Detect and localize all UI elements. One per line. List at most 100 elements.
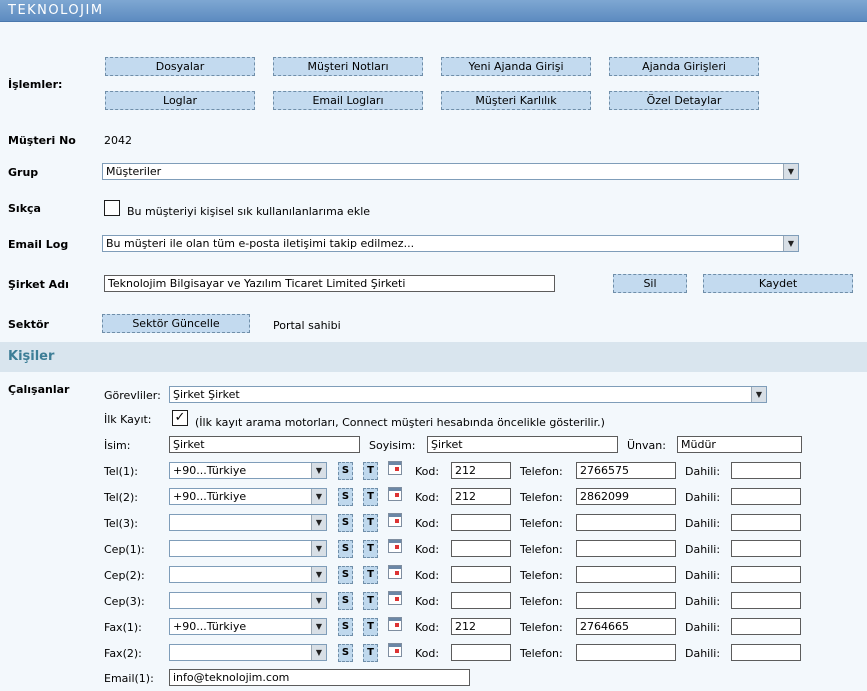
dahili-input[interactable] (731, 514, 801, 531)
phone-row-label: Tel(2): (104, 491, 138, 504)
sektor-guncelle-button[interactable]: Sektör Güncelle (102, 314, 250, 333)
musteri-karlilik-button[interactable]: Müşteri Karlılık (441, 91, 591, 110)
kod-label: Kod: (415, 621, 440, 634)
dahili-input[interactable] (731, 540, 801, 557)
dahili-input[interactable] (731, 566, 801, 583)
t-button[interactable]: T (363, 488, 378, 506)
dahili-input[interactable] (731, 618, 801, 635)
email-loglari-button[interactable]: Email Logları (273, 91, 423, 110)
telefon-input[interactable] (576, 514, 676, 531)
country-select[interactable]: ▼ (169, 644, 327, 661)
country-select[interactable]: +90...Türkiye ▼ (169, 462, 327, 479)
kod-input[interactable] (451, 592, 511, 609)
calendar-icon[interactable] (388, 643, 402, 657)
country-select[interactable]: ▼ (169, 566, 327, 583)
t-button[interactable]: T (363, 462, 378, 480)
gorevliler-select[interactable]: Şirket Şirket ▼ (169, 386, 767, 403)
chevron-down-icon: ▼ (783, 164, 798, 179)
country-select[interactable]: +90...Türkiye ▼ (169, 618, 327, 635)
calendar-icon[interactable] (388, 617, 402, 631)
s-button[interactable]: S (338, 488, 353, 506)
kod-input[interactable] (451, 540, 511, 557)
telefon-input[interactable]: 2766575 (576, 462, 676, 479)
sirket-adi-input[interactable]: Teknolojim Bilgisayar ve Yazılım Ticaret… (104, 275, 555, 292)
ajanda-girisleri-button[interactable]: Ajanda Girişleri (609, 57, 759, 76)
phone-row-label: Tel(1): (104, 465, 138, 478)
kod-input[interactable]: 212 (451, 618, 511, 635)
sikca-label: Sıkça (8, 202, 41, 215)
telefon-input[interactable] (576, 566, 676, 583)
country-select[interactable]: ▼ (169, 592, 327, 609)
dahili-input[interactable] (731, 592, 801, 609)
kod-label: Kod: (415, 569, 440, 582)
calendar-icon[interactable] (388, 487, 402, 501)
chevron-down-icon: ▼ (311, 515, 326, 530)
telefon-input[interactable] (576, 540, 676, 557)
calendar-icon[interactable] (388, 513, 402, 527)
t-button[interactable]: T (363, 592, 378, 610)
app-logo: TEKNOLOJIM (8, 3, 104, 18)
unvan-input[interactable]: Müdür (677, 436, 802, 453)
kod-input[interactable]: 212 (451, 462, 511, 479)
s-button[interactable]: S (338, 618, 353, 636)
grup-select[interactable]: Müşteriler ▼ (102, 163, 799, 180)
soyisim-input[interactable]: Şirket (427, 436, 618, 453)
telefon-label: Telefon: (520, 517, 563, 530)
dahili-label: Dahili: (685, 517, 721, 530)
calendar-icon[interactable] (388, 461, 402, 475)
t-button[interactable]: T (363, 514, 378, 532)
yeni-ajanda-girisi-button[interactable]: Yeni Ajanda Girişi (441, 57, 591, 76)
s-button[interactable]: S (338, 592, 353, 610)
country-select[interactable]: ▼ (169, 514, 327, 531)
dahili-input[interactable] (731, 488, 801, 505)
phone-row-label: Fax(1): (104, 621, 142, 634)
kod-input[interactable]: 212 (451, 488, 511, 505)
sil-button[interactable]: Sil (613, 274, 687, 293)
telefon-input[interactable]: 2862099 (576, 488, 676, 505)
dahili-label: Dahili: (685, 465, 721, 478)
sikca-checkbox[interactable] (104, 200, 120, 216)
s-button[interactable]: S (338, 462, 353, 480)
country-select[interactable]: +90...Türkiye ▼ (169, 488, 327, 505)
s-button[interactable]: S (338, 644, 353, 662)
loglar-button[interactable]: Loglar (105, 91, 255, 110)
telefon-input[interactable]: 2764665 (576, 618, 676, 635)
kod-input[interactable] (451, 514, 511, 531)
dahili-input[interactable] (731, 644, 801, 661)
telefon-label: Telefon: (520, 595, 563, 608)
calendar-icon[interactable] (388, 591, 402, 605)
sikca-checkbox-label: Bu müşteriyi kişisel sık kullanılanlarım… (127, 205, 371, 218)
kaydet-button[interactable]: Kaydet (703, 274, 853, 293)
musteri-notlari-button[interactable]: Müşteri Notları (273, 57, 423, 76)
telefon-label: Telefon: (520, 569, 563, 582)
calendar-icon[interactable] (388, 565, 402, 579)
dahili-label: Dahili: (685, 647, 721, 660)
telefon-input[interactable] (576, 644, 676, 661)
ilk-kayit-checkbox[interactable]: ✓ (172, 410, 188, 426)
islemler-label: İşlemler: (8, 78, 63, 91)
kod-input[interactable] (451, 566, 511, 583)
telefon-input[interactable] (576, 592, 676, 609)
s-button[interactable]: S (338, 566, 353, 584)
t-button[interactable]: T (363, 540, 378, 558)
kod-input[interactable] (451, 644, 511, 661)
email-log-select[interactable]: Bu müşteri ile olan tüm e-posta iletişim… (102, 235, 799, 252)
chevron-down-icon: ▼ (783, 236, 798, 251)
t-button[interactable]: T (363, 644, 378, 662)
musteri-no-value: 2042 (104, 134, 132, 147)
top-bar: TEKNOLOJIM (0, 0, 867, 22)
chevron-down-icon: ▼ (311, 463, 326, 478)
ozel-detaylar-button[interactable]: Özel Detaylar (609, 91, 759, 110)
country-select-value: +90...Türkiye (173, 620, 247, 633)
country-select[interactable]: ▼ (169, 540, 327, 557)
t-button[interactable]: T (363, 566, 378, 584)
isim-input[interactable]: Şirket (169, 436, 360, 453)
calendar-icon[interactable] (388, 539, 402, 553)
dosyalar-button[interactable]: Dosyalar (105, 57, 255, 76)
dahili-input[interactable] (731, 462, 801, 479)
chevron-down-icon: ▼ (311, 593, 326, 608)
email-input[interactable]: info@teknolojim.com (169, 669, 470, 686)
t-button[interactable]: T (363, 618, 378, 636)
s-button[interactable]: S (338, 514, 353, 532)
s-button[interactable]: S (338, 540, 353, 558)
